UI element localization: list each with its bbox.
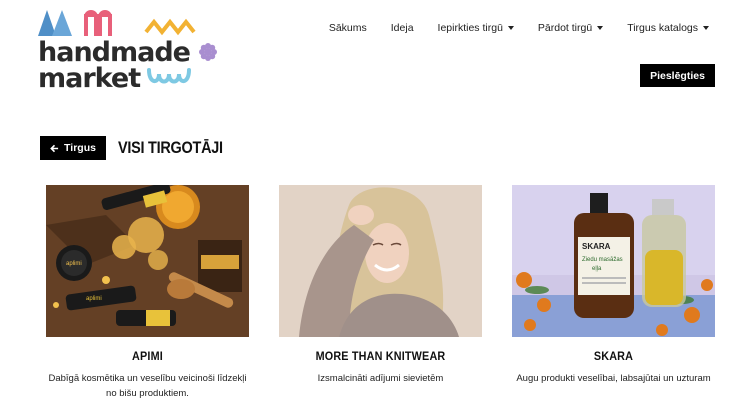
logo-shapes	[38, 10, 196, 36]
site-logo[interactable]: handmade market	[38, 8, 218, 92]
wave-icon	[147, 68, 191, 84]
vendor-name[interactable]: SKARA	[522, 349, 705, 363]
login-button[interactable]: Pieslēgties	[640, 64, 715, 87]
nav-item-ideja[interactable]: Ideja	[379, 22, 426, 34]
chevron-down-icon	[597, 26, 604, 30]
nav-item-iepirkties[interactable]: Iepirkties tirgū	[426, 22, 526, 34]
svg-text:SKARA: SKARA	[582, 242, 611, 251]
vendor-card-skara: SKARA Ziedu masāžas eļļa SKARA Augu prod…	[512, 185, 715, 387]
vendor-description: Augu produkti veselībai, labsajūtai un u…	[516, 373, 711, 384]
vendor-image-apimi[interactable]: aplimi aplimi	[46, 185, 249, 337]
page-title: VISI TIRGOTĀJI	[118, 138, 223, 157]
logo-word-market: market	[38, 63, 141, 94]
nav-item-label: Pārdot tirgū	[537, 22, 593, 34]
main-nav: Sākums Ideja Iepirkties tirgū Pārdot tir…	[317, 22, 709, 34]
svg-text:eļļa: eļļa	[592, 266, 602, 272]
svg-text:aplimi: aplimi	[86, 296, 102, 302]
nav-item-katalogs[interactable]: Tirgus katalogs	[615, 22, 709, 34]
logo-word-handmade: handmade	[38, 37, 191, 68]
nav-item-label: Ideja	[390, 22, 414, 34]
nav-item-label: Tirgus katalogs	[627, 22, 698, 34]
svg-text:Ziedu masāžas: Ziedu masāžas	[582, 257, 623, 263]
vendor-image-more-than-knitwear[interactable]	[279, 185, 482, 337]
vendor-card-more-than-knitwear: MORE THAN KNITWEAR Izsmalcināti adījumi …	[279, 185, 482, 387]
vendor-image-skara[interactable]: SKARA Ziedu masāžas eļļa	[512, 185, 715, 337]
nav-item-sakums[interactable]: Sākums	[317, 22, 379, 34]
vendor-description: Izsmalcināti adījumi sievietēm	[317, 373, 444, 384]
nav-item-label: Sākums	[328, 22, 367, 34]
chevron-down-icon	[507, 26, 514, 30]
vendor-name[interactable]: APIMI	[56, 349, 239, 363]
back-button-label: Tirgus	[64, 142, 96, 154]
vendor-description: Dabīgā kosmētika un veselību veicinoši l…	[48, 373, 247, 399]
nav-item-pardot[interactable]: Pārdot tirgū	[526, 22, 615, 34]
arrow-left-icon	[50, 144, 59, 152]
nav-item-label: Iepirkties tirgū	[437, 22, 503, 34]
vendor-card-apimi: aplimi aplimi APIMI Dabīgā kosmētika un …	[46, 185, 249, 401]
flower-icon	[199, 43, 217, 61]
back-to-market-button[interactable]: Tirgus	[40, 136, 106, 160]
chevron-down-icon	[703, 26, 709, 30]
svg-text:aplimi: aplimi	[66, 261, 82, 267]
vendor-name[interactable]: MORE THAN KNITWEAR	[289, 349, 472, 363]
